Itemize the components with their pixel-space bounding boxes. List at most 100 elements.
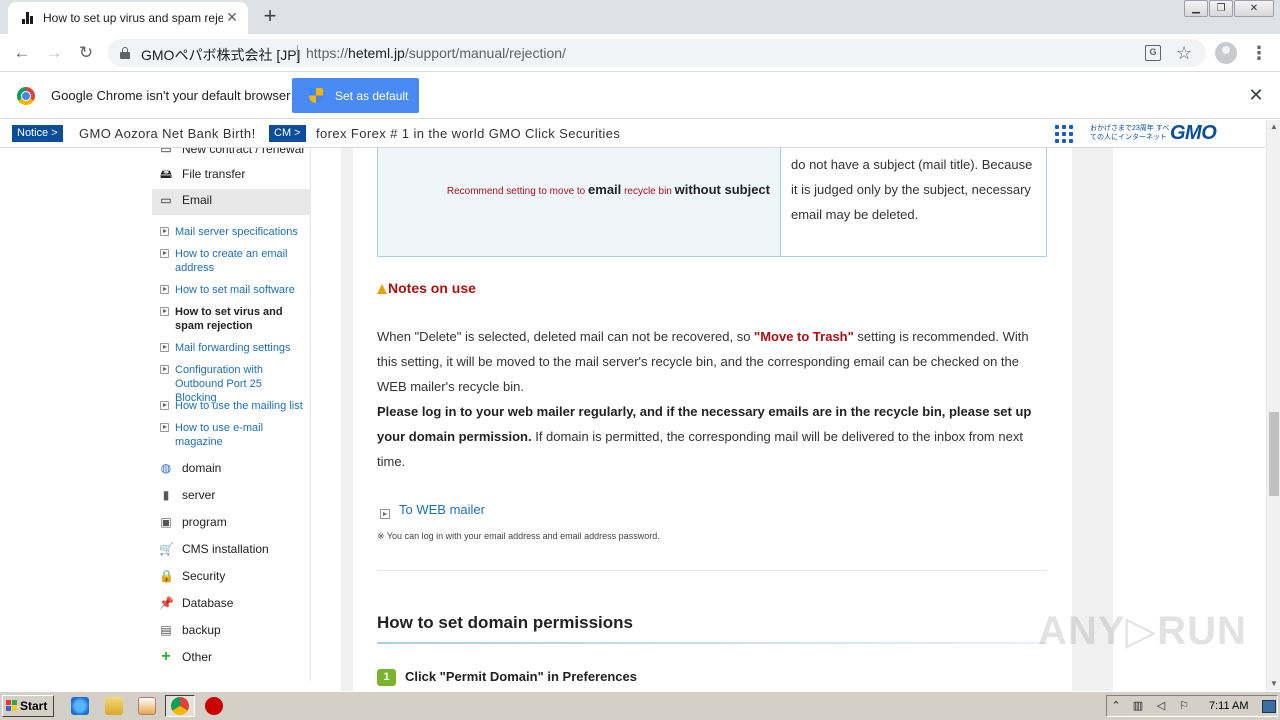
heteml-favicon-icon (22, 12, 34, 24)
cm-text[interactable]: forex Forex # 1 in the world GMO Click S… (316, 126, 620, 141)
arrow-box-icon (160, 249, 169, 258)
sidebar-item-other[interactable]: + Other (152, 646, 311, 672)
start-label: Start (20, 699, 48, 713)
cart-icon: 🛒 (159, 542, 174, 556)
plus-icon: + (161, 648, 171, 665)
chrome-logo-icon (17, 87, 35, 105)
sidebar-item-email[interactable]: ▭ Email (152, 189, 311, 215)
forward-icon[interactable]: → (42, 41, 66, 65)
windows-taskbar: Start ⌃ ▥ ◁ ⚐ 7:11 AM (0, 691, 1280, 720)
notice-tag[interactable]: Notice > (12, 125, 63, 142)
notice-text[interactable]: GMO Aozora Net Bank Birth! (79, 126, 256, 141)
sidebar-item-security[interactable]: 🔒 Security (152, 565, 311, 591)
sidebar-item-label: CMS installation (182, 542, 269, 556)
uac-shield-icon (309, 88, 323, 103)
arrow-box-icon (160, 423, 169, 432)
sidebar-sub-mail-software[interactable]: How to set mail software (152, 283, 311, 299)
sidebar-item-label: domain (182, 461, 222, 475)
volume-icon[interactable]: ◁ (1154, 700, 1168, 713)
scroll-up-icon[interactable]: ▲ (1267, 120, 1280, 134)
scroll-down-icon[interactable]: ▼ (1267, 677, 1280, 691)
program-icon: ▣ (160, 515, 172, 529)
taskbar-clock[interactable]: 7:11 AM (1209, 700, 1249, 712)
default-browser-infobar: Google Chrome isn't your default browser… (0, 72, 1280, 119)
cm-tag[interactable]: CM > (269, 125, 306, 142)
setting-label: Recommend setting to move to email recyc… (446, 182, 770, 197)
sidebar-sub-label: How to set virus and spam rejection (175, 306, 283, 332)
restore-icon[interactable]: ❐ (1209, 0, 1233, 17)
new-tab-icon[interactable]: + (259, 5, 281, 27)
sidebar-item-label: Database (182, 596, 234, 610)
omnibox-separator (297, 45, 298, 61)
show-desktop-icon[interactable] (1262, 700, 1276, 713)
set-as-default-button[interactable]: Set as default (292, 78, 419, 113)
web-mailer-link[interactable]: To WEB mailer (399, 502, 485, 517)
sidebar-item-server[interactable]: ▮ server (152, 484, 311, 510)
sidebar-item-program[interactable]: ▣ program (152, 511, 311, 537)
sidebar-item-database[interactable]: 📌 Database (152, 592, 311, 618)
chrome-menu-icon[interactable]: ⋮ (1250, 41, 1268, 65)
gmo-tagline: おかげさまで23周年 すべての人にインターネット (1090, 125, 1170, 141)
network-icon[interactable]: ▥ (1131, 700, 1145, 713)
rejection-settings-table: Recommend setting to move to email recyc… (377, 148, 1047, 257)
tray-expand-icon[interactable]: ⌃ (1109, 700, 1123, 713)
manual-sidebar: ▭ New contract / renewal 🖴 File transfer… (152, 142, 311, 681)
table-cell-description: do not have a subject (mail title). Beca… (791, 157, 1033, 222)
windows-logo-icon (6, 700, 18, 712)
taskbar-chrome-button[interactable] (165, 695, 195, 717)
url-text: https://heteml.jp/support/manual/rejecti… (306, 45, 566, 61)
system-tray: ⌃ ▥ ◁ ⚐ 7:11 AM (1106, 695, 1278, 717)
reload-icon[interactable]: ↻ (74, 41, 98, 65)
padlock-icon: 🔒 (159, 569, 174, 583)
close-window-icon[interactable]: ✕ (1234, 0, 1274, 17)
tab-close-icon[interactable]: ✕ (224, 9, 240, 25)
sidebar-sub-mailing-list[interactable]: How to use the mailing list (152, 399, 311, 415)
arrow-box-icon (160, 285, 169, 294)
active-tab[interactable]: How to set up virus and spam rejection ✕ (8, 2, 248, 34)
arrow-box-icon (380, 509, 390, 519)
step-number-badge: 1 (377, 669, 396, 686)
internet-explorer-icon[interactable] (71, 697, 89, 715)
action-center-flag-icon[interactable]: ⚐ (1177, 700, 1191, 713)
gmo-logo[interactable]: GMO (1170, 122, 1217, 145)
start-button[interactable]: Start (2, 695, 54, 717)
warning-icon (377, 284, 387, 294)
email-icon: ▭ (160, 193, 172, 207)
sidebar-sub-label: How to create an email address (175, 248, 288, 274)
bookmark-star-icon[interactable]: ☆ (1176, 42, 1192, 64)
minimize-icon[interactable]: ▁ (1184, 0, 1208, 17)
sidebar-item-file-transfer[interactable]: 🖴 File transfer (152, 163, 311, 189)
arrow-box-icon (160, 227, 169, 236)
sidebar-sub-create-email[interactable]: How to create an email address (152, 247, 311, 277)
stop-icon[interactable] (205, 697, 223, 715)
profile-avatar-icon[interactable] (1215, 42, 1237, 64)
file-transfer-icon: 🖴 (159, 167, 173, 181)
arrow-box-icon (160, 343, 169, 352)
pin-icon: 📌 (159, 596, 174, 610)
back-icon[interactable]: ← (10, 41, 34, 65)
page-scrollbar[interactable]: ▲ ▼ (1266, 120, 1280, 691)
scroll-thumb[interactable] (1269, 412, 1279, 496)
address-bar[interactable]: GMOペパボ株式会社 [JP] https://heteml.jp/suppor… (108, 39, 1206, 67)
sidebar-item-backup[interactable]: ▤ backup (152, 619, 311, 645)
sidebar-sub-email-magazine[interactable]: How to use e-mail magazine (152, 421, 311, 451)
section-heading: How to set domain permissions (377, 613, 633, 632)
sidebar-sub-mail-forwarding[interactable]: Mail forwarding settings (152, 341, 311, 357)
folder-icon[interactable] (105, 697, 123, 715)
translate-icon[interactable]: G (1145, 45, 1161, 61)
lock-icon[interactable] (120, 47, 130, 59)
sidebar-item-label: Email (182, 193, 213, 207)
gmo-grid-icon (1055, 125, 1075, 143)
sidebar-item-cms[interactable]: 🛒 CMS installation (152, 538, 311, 564)
media-player-icon[interactable] (138, 697, 156, 715)
sidebar-item-label: File transfer (182, 167, 246, 181)
infobar-close-icon[interactable]: ✕ (1246, 85, 1266, 105)
sidebar-sub-mail-server-specs[interactable]: Mail server specifications (152, 225, 311, 241)
sidebar-item-domain[interactable]: ◍ domain (152, 457, 311, 483)
sidebar-sub-virus-spam-current[interactable]: How to set virus and spam rejection (152, 305, 311, 335)
step-title: Click "Permit Domain" in Preferences (405, 669, 637, 684)
notes-body: When "Delete" is selected, deleted mail … (377, 329, 1032, 469)
notes-heading: Notes on use (377, 280, 476, 296)
sidebar-sub-label: How to set mail software (175, 284, 295, 296)
sidebar-sub-port-25[interactable]: Configuration with Outbound Port 25 Bloc… (152, 363, 311, 404)
